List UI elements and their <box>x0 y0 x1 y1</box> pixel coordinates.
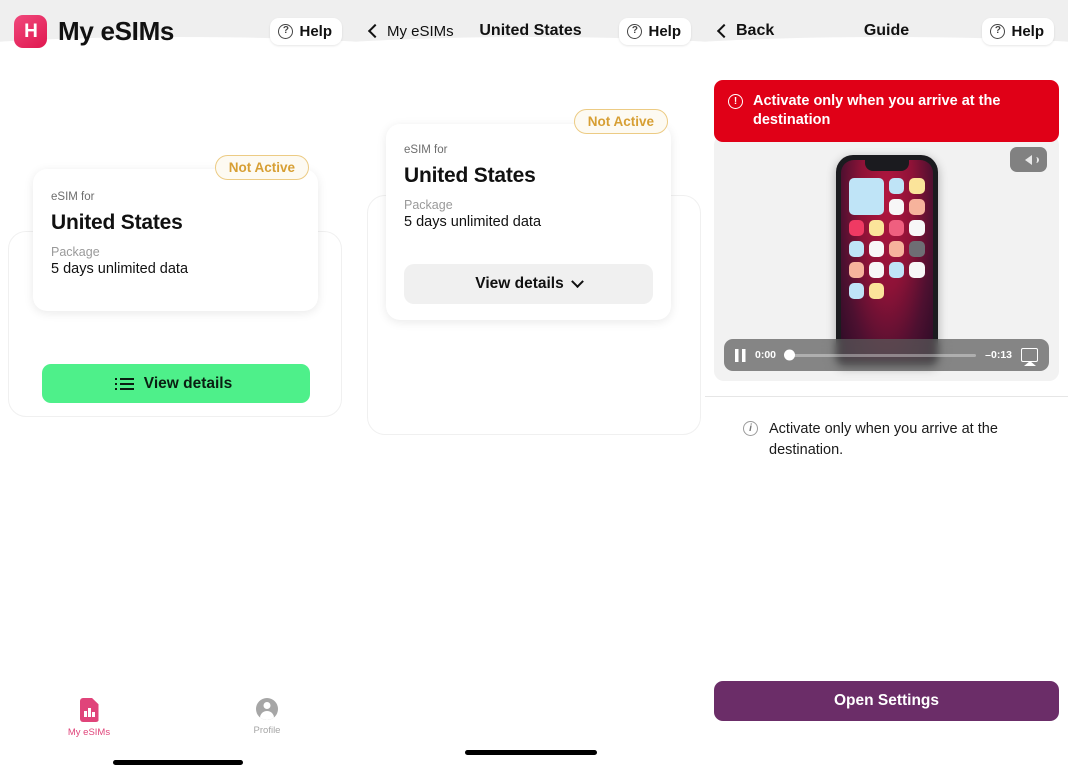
video-scrubber[interactable] <box>784 349 977 361</box>
tab-my-esims-label: My eSIMs <box>67 727 111 738</box>
help-button[interactable]: ? Help <box>982 17 1054 45</box>
package-label: Package <box>51 245 100 259</box>
sim-card-icon <box>79 698 99 722</box>
app-icon <box>889 199 905 215</box>
app-icon <box>909 220 925 236</box>
home-indicator <box>113 760 243 765</box>
question-mark-icon: ? <box>278 23 294 39</box>
panel-esim-details: My eSIMs United States ? Help Not Active… <box>356 0 705 773</box>
esim-card[interactable]: Not Active eSIM for United States Packag… <box>33 155 318 311</box>
app-icon <box>909 262 925 278</box>
tab-profile[interactable]: Profile <box>178 698 356 736</box>
esim-for-label: eSIM for <box>51 191 95 203</box>
video-current-time: 0:00 <box>755 349 777 361</box>
phone-notch <box>864 160 909 171</box>
phone-home-screen <box>840 160 933 360</box>
tab-my-esims[interactable]: My eSIMs <box>0 698 178 738</box>
help-button[interactable]: ? Help <box>270 17 342 45</box>
panel3-topbar: Back Guide ? Help <box>705 0 1068 63</box>
app-icon <box>909 241 925 257</box>
phone-mockup-image <box>835 155 938 365</box>
status-badge: Not Active <box>214 155 309 180</box>
warning-banner: ! Activate only when you arrive at the d… <box>714 80 1059 143</box>
help-button-label: Help <box>299 22 332 40</box>
pause-icon[interactable] <box>735 348 746 362</box>
help-button-label: Help <box>1011 22 1044 40</box>
scrubber-handle[interactable] <box>784 349 796 361</box>
app-icon <box>889 178 905 194</box>
view-details-button[interactable]: View details <box>42 364 310 403</box>
package-value: 5 days unlimited data <box>404 214 542 230</box>
panel1-topbar: H My eSIMs ? Help <box>0 0 356 63</box>
view-details-label: View details <box>143 374 233 392</box>
app-icon <box>889 220 905 236</box>
home-indicator <box>464 750 597 755</box>
chevron-left-icon <box>716 23 732 39</box>
app-icon <box>848 241 864 257</box>
guide-note: i Activate only when you arrive at the d… <box>743 419 1033 460</box>
esim-card: Not Active eSIM for United States Packag… <box>386 109 671 320</box>
app-icon <box>868 220 884 236</box>
app-icon <box>848 220 864 236</box>
package-label: Package <box>404 198 453 212</box>
back-button[interactable]: My eSIMs <box>367 22 454 40</box>
app-brand: H My eSIMs <box>14 14 175 48</box>
chevron-down-icon <box>570 274 584 288</box>
app-icon <box>868 241 884 257</box>
back-button[interactable]: Back <box>716 22 775 40</box>
status-badge: Not Active <box>573 109 668 134</box>
help-button-label: Help <box>648 22 681 40</box>
page-title: My eSIMs <box>58 15 175 46</box>
speaker-glyph <box>1025 154 1039 165</box>
app-icon <box>909 199 925 215</box>
chevron-left-icon <box>367 23 383 39</box>
app-icon <box>848 262 864 278</box>
app-logo-icon: H <box>14 14 47 48</box>
esim-country: United States <box>404 164 536 187</box>
panel-my-esims: H My eSIMs ? Help Not Active eSIM for Un… <box>0 0 356 773</box>
divider <box>705 396 1068 397</box>
back-button-label: My eSIMs <box>387 22 454 40</box>
video-remaining-time: –0:13 <box>985 349 1012 361</box>
info-icon: i <box>743 421 758 436</box>
open-settings-label: Open Settings <box>833 692 940 709</box>
panel-guide: Back Guide ? Help ! Activate only when y… <box>705 0 1068 773</box>
panel2-topbar: My eSIMs United States ? Help <box>356 0 705 63</box>
help-button[interactable]: ? Help <box>619 17 691 45</box>
video-controls: 0:00 –0:13 <box>724 339 1049 371</box>
app-icon <box>889 262 905 278</box>
person-icon <box>256 698 278 720</box>
exclamation-icon: ! <box>728 94 743 109</box>
list-icon <box>114 377 134 390</box>
volume-icon[interactable] <box>1010 147 1047 172</box>
airplay-icon[interactable] <box>1021 348 1038 362</box>
view-details-toggle[interactable]: View details <box>404 264 653 304</box>
esim-country: United States <box>51 211 183 234</box>
view-details-label: View details <box>475 275 564 292</box>
question-mark-icon: ? <box>990 23 1006 39</box>
app-icon <box>848 283 864 299</box>
app-icon-grid <box>848 178 925 299</box>
tab-profile-label: Profile <box>253 725 281 736</box>
app-icon <box>868 262 884 278</box>
app-icon <box>868 283 884 299</box>
app-icon <box>889 241 905 257</box>
question-mark-icon: ? <box>627 23 643 39</box>
back-button-label: Back <box>736 22 775 39</box>
app-icon <box>909 178 925 194</box>
open-settings-button[interactable]: Open Settings <box>714 681 1059 721</box>
warning-banner-text: Activate only when you arrive at the des… <box>753 93 1001 129</box>
guide-note-text: Activate only when you arrive at the des… <box>769 421 998 458</box>
bottom-tab-bar: My eSIMs Profile <box>0 690 356 773</box>
three-panel-screenshot: H My eSIMs ? Help Not Active eSIM for Un… <box>0 0 1068 773</box>
package-value: 5 days unlimited data <box>51 261 189 277</box>
esim-for-label: eSIM for <box>404 144 448 156</box>
guide-video-player[interactable]: 0:00 –0:13 <box>714 135 1059 381</box>
app-icon <box>848 178 884 215</box>
